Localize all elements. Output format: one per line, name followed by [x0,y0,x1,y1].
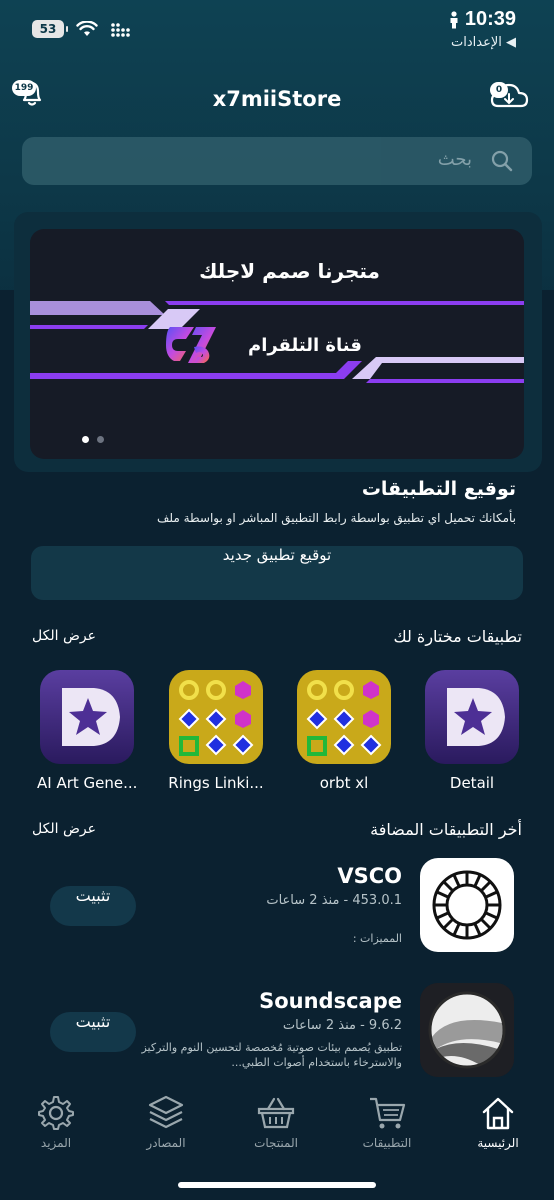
latest-see-all-link[interactable]: عرض الكل [32,821,96,837]
featured-section-title: تطبيقات مختارة لك [393,627,522,646]
pagination-dot[interactable] [97,436,104,443]
rings-pattern-icon [169,670,263,764]
soundscape-icon [420,983,514,1077]
status-bar: 53 10:39 ◀ الإعدادات [0,0,554,58]
status-time-row: 10:39 [449,8,516,31]
list-item-name: Soundscape [259,989,402,1013]
install-button[interactable]: تثبيت [50,1012,136,1052]
store-logo-icon [166,327,216,363]
back-to-settings-link[interactable]: ◀ الإعدادات [449,35,516,50]
featured-app-tile[interactable]: orbt xl [294,670,394,792]
status-right: 10:39 ◀ الإعدادات [449,8,516,50]
signal-icon [111,23,130,37]
cloud-badge: 0 [490,82,508,98]
layers-icon [148,1095,184,1129]
banner-headline: متجرنا صمم لاجلك [199,259,380,283]
featured-app-name: AI Art Gene... [37,774,138,792]
signing-title: توقيع التطبيقات [361,478,516,500]
tab-label: التطبيقات [362,1136,412,1150]
tab-sources[interactable]: المصادر [126,1094,206,1150]
list-item-meta: 9.6.2 - منذ 2 ساعات [282,1018,402,1033]
tab-home[interactable]: الرئيسية [458,1094,538,1150]
install-button[interactable]: تثبيت [50,886,136,926]
list-item-description: المميزات : [352,932,402,945]
featured-app-name: orbt xl [319,774,369,792]
star-play-icon [425,670,519,764]
list-item-meta: 453.0.1 - منذ 2 ساعات [266,893,402,908]
tab-label: المنتجات [254,1136,298,1150]
vsco-icon [420,858,514,952]
featured-app-name: Rings Linki... [168,774,264,792]
featured-app-tile[interactable]: AI Art Gene... [37,670,137,792]
latest-section-title: أخر التطبيقات المضافة [370,820,522,839]
app-header: 199 x7miiStore 0 [0,70,554,126]
gear-icon [38,1096,74,1130]
list-item-description: تطبيق يُصمم بيئات صوتية مُخصصة لتحسين ال… [141,1041,402,1069]
banner-pagination[interactable] [82,436,104,443]
person-icon [450,10,458,28]
tab-label: المصادر [146,1136,186,1150]
featured-app-name: Detail [449,774,495,792]
home-indicator [178,1182,376,1188]
search-icon [491,150,513,172]
banner-channel-label: قناة التلقرام [248,335,362,356]
cloud-downloads-button[interactable]: 0 [488,74,532,114]
promo-banner[interactable]: متجرنا صمم لاجلك قناة التلقرام [30,229,524,459]
status-left: 53 [32,20,132,38]
battery-indicator: 53 [32,20,68,38]
tab-products[interactable]: المنتجات [236,1094,316,1150]
cart-icon [370,1097,406,1129]
signing-description: بأمكانك تحميل اي تطبيق بواسطة رابط التطب… [156,511,516,525]
search-placeholder: بحث [437,149,472,170]
featured-see-all-link[interactable]: عرض الكل [32,628,96,644]
wifi-icon [76,21,98,36]
status-time: 10:39 [464,8,516,30]
search-bar[interactable]: بحث [22,137,532,185]
basket-icon [257,1097,295,1129]
tab-label: الرئيسية [477,1136,519,1150]
featured-app-tile[interactable]: Rings Linki... [166,670,266,792]
sign-new-app-button[interactable]: توقيع تطبيق جديد [31,546,523,600]
star-play-icon [40,670,134,764]
list-item-name: VSCO [337,864,402,888]
app-title: x7miiStore [212,87,342,111]
rings-pattern-icon [297,670,391,764]
home-icon [482,1097,514,1130]
pagination-dot-active[interactable] [82,436,89,443]
featured-app-tile[interactable]: Detail [422,670,522,792]
tab-more[interactable]: المزيد [16,1094,96,1150]
tab-label: المزيد [40,1136,72,1150]
tab-apps[interactable]: التطبيقات [347,1094,427,1150]
